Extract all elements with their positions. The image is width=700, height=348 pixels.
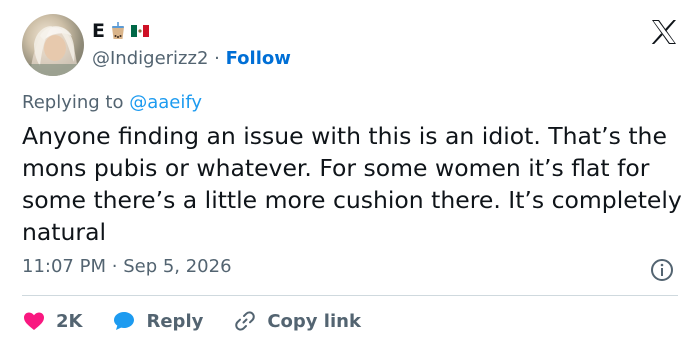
bubble-tea-icon [109, 22, 127, 40]
link-icon [235, 311, 256, 331]
display-name[interactable]: E [92, 18, 291, 44]
replying-prefix: Replying to [22, 92, 124, 113]
display-name-text: E [92, 20, 105, 42]
heart-icon [24, 312, 44, 330]
mexico-flag-icon [130, 22, 149, 40]
tweet-timestamp[interactable]: 11:07 PM · Sep 5, 2026 [22, 256, 232, 277]
timestamp-separator: · [111, 256, 118, 277]
reply-bubble-icon [114, 312, 135, 330]
handle-separator: · [214, 48, 220, 69]
handle[interactable]: @Indigerizz2 [92, 48, 208, 69]
user-names: E @Indigerizz2 · Follow [92, 18, 291, 69]
action-bar: 2K Reply Copy link [22, 306, 391, 336]
info-icon[interactable] [650, 258, 674, 282]
avatar[interactable] [22, 14, 84, 76]
tweet-date: Sep 5, 2026 [123, 256, 232, 277]
reply-button[interactable]: Reply [112, 309, 203, 333]
divider [22, 295, 678, 296]
replying-to: Replying to @aaeify [22, 92, 202, 113]
reply-mention-link[interactable]: @aaeify [129, 92, 202, 113]
x-logo-icon[interactable] [650, 18, 678, 46]
copy-link-label: Copy link [267, 310, 361, 332]
tweet-time: 11:07 PM [22, 256, 106, 277]
like-count: 2K [56, 310, 83, 332]
like-button[interactable]: 2K [22, 309, 82, 333]
tweet-header: E @Indigerizz2 · Follow [22, 14, 682, 78]
handle-row: @Indigerizz2 · Follow [92, 48, 291, 69]
copy-link-button[interactable]: Copy link [233, 309, 361, 333]
reply-label: Reply [146, 310, 204, 332]
follow-button[interactable]: Follow [226, 48, 291, 69]
tweet-text: Anyone finding an issue with this is an … [22, 122, 682, 246]
